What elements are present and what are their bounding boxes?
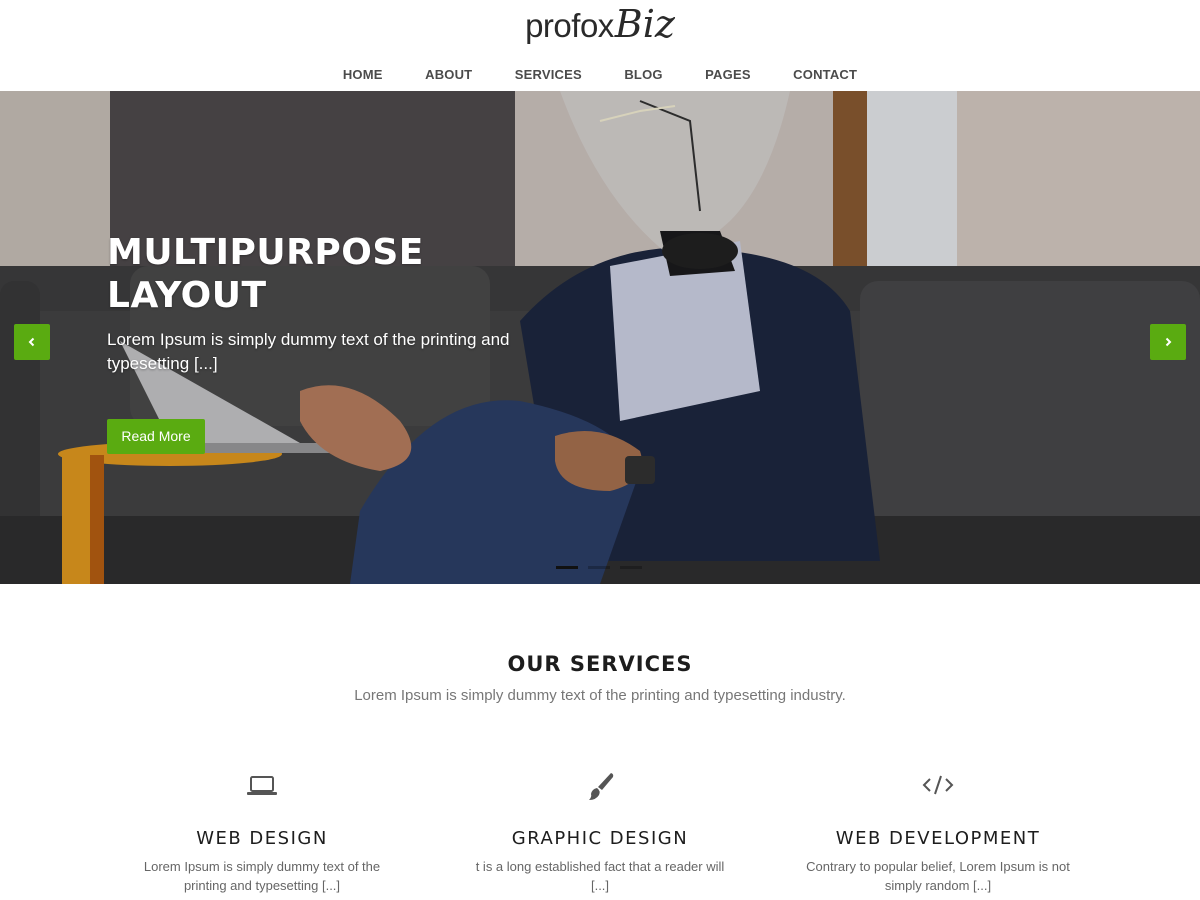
logo-script-text: Biz [614, 2, 675, 46]
service-graphic-design[interactable]: GRAPHIC DESIGN t is a long established f… [450, 770, 750, 895]
chevron-left-icon [28, 337, 35, 347]
service-web-development[interactable]: WEB DEVELOPMENT Contrary to popular beli… [788, 770, 1088, 895]
nav-about[interactable]: ABOUT [425, 67, 472, 82]
site-logo[interactable]: profoxBiz [0, 2, 1200, 46]
logo-text: profox [525, 7, 614, 44]
service-text: Contrary to popular belief, Lorem Ipsum … [806, 859, 1070, 893]
slider-prev-button[interactable] [14, 324, 50, 360]
slider-pagination [556, 556, 652, 574]
service-title: WEB DEVELOPMENT [835, 828, 1041, 849]
service-title: WEB DESIGN [196, 828, 328, 849]
hero-subtitle: Lorem Ipsum is simply dummy text of the … [107, 330, 510, 373]
slider-dot-1[interactable] [556, 566, 578, 569]
nav-contact[interactable]: CONTACT [793, 67, 857, 82]
slider-next-button[interactable] [1150, 324, 1186, 360]
service-title: GRAPHIC DESIGN [511, 828, 689, 849]
read-more-button[interactable]: Read More [107, 419, 205, 454]
nav-blog[interactable]: BLOG [624, 67, 662, 82]
services-title: OUR SERVICES [507, 652, 693, 676]
nav-services[interactable]: SERVICES [515, 67, 582, 82]
main-nav: HOME ABOUT SERVICES BLOG PAGES CONTACT [0, 66, 1200, 84]
laptop-icon [112, 770, 412, 806]
hero-title: MULTIPURPOSE LAYOUT [107, 232, 424, 316]
service-text: Lorem Ipsum is simply dummy text of the … [143, 859, 381, 893]
services-subtitle: Lorem Ipsum is simply dummy text of the … [354, 687, 846, 704]
service-text: t is a long established fact that a read… [475, 859, 725, 893]
site-header: profoxBiz HOME ABOUT SERVICES BLOG PAGES… [0, 0, 1200, 91]
paintbrush-icon [450, 770, 750, 806]
code-icon [788, 770, 1088, 806]
chevron-right-icon [1165, 337, 1172, 347]
nav-home[interactable]: HOME [343, 67, 383, 82]
nav-pages[interactable]: PAGES [705, 67, 751, 82]
slider-dot-2[interactable] [588, 566, 610, 569]
service-web-design[interactable]: WEB DESIGN Lorem Ipsum is simply dummy t… [112, 770, 412, 895]
hero-slider: MULTIPURPOSE LAYOUT Lorem Ipsum is simpl… [0, 91, 1200, 584]
slider-dot-3[interactable] [620, 566, 642, 569]
